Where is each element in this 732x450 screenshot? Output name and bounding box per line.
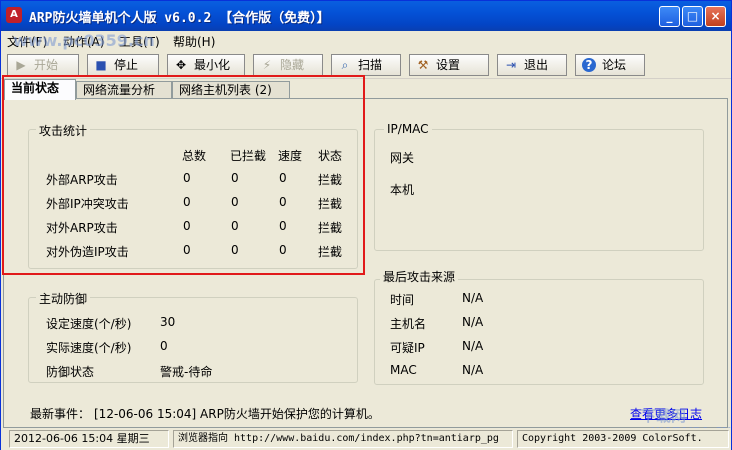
exit-icon: ⇥	[505, 58, 517, 72]
defense-state-label: 防御状态	[46, 365, 95, 379]
status-browser-home: 浏览器指向 http://www.baidu.com/index.php?tn=…	[173, 430, 513, 448]
attack-stats-title: 攻击统计	[36, 122, 91, 139]
gateway-label: 网关	[390, 151, 415, 165]
stop-button[interactable]: ■ 停止	[87, 54, 159, 76]
magnifier-icon: ⌕	[341, 58, 349, 72]
close-window-button[interactable]: ×	[705, 6, 726, 27]
last-attack-title: 最后攻击来源	[380, 268, 459, 285]
local-label: 本机	[390, 183, 415, 197]
window-title: ARP防火墙单机个人版 v6.0.2 【合作版（免费）】	[29, 11, 330, 26]
title-bar[interactable]: A ARP防火墙单机个人版 v6.0.2 【合作版（免费）】 _ □ ×	[1, 1, 731, 31]
start-button[interactable]: ▶ 开始	[7, 54, 79, 76]
status-panel: 攻击统计 总数 已拦截 速度 状态 外部ARP攻击 0 0 0 拦截 外部IP冲…	[3, 98, 728, 428]
settings-button[interactable]: ⚒ 设置	[409, 54, 489, 76]
play-icon: ▶	[16, 58, 26, 72]
hostname-value: N/A	[462, 315, 484, 329]
last-attack-group	[374, 279, 704, 385]
latest-event-text: [12-06-06 15:04] ARP防火墙开始保护您的计算机。	[94, 407, 380, 421]
status-bar: 2012-06-06 15:04 星期三 浏览器指向 http://www.ba…	[1, 428, 731, 450]
minimize-icon: ✥	[175, 58, 187, 72]
set-speed-value: 30	[160, 315, 176, 329]
col-total: 总数	[182, 149, 207, 163]
status-datetime: 2012-06-06 15:04 星期三	[9, 430, 169, 448]
active-defense-title: 主动防御	[36, 290, 91, 307]
hide-icon: ⚡	[262, 58, 272, 72]
ipmac-title: IP/MAC	[384, 122, 432, 136]
exit-button[interactable]: ⇥ 退出	[497, 54, 567, 76]
minimize-window-button[interactable]: _	[659, 6, 680, 27]
col-speed: 速度	[278, 149, 303, 163]
suspect-ip-label: 可疑IP	[390, 341, 425, 355]
latest-event-label: 最新事件：	[30, 407, 91, 421]
hide-button[interactable]: ⚡ 隐藏	[253, 54, 323, 76]
firewall-app-icon[interactable]: A	[6, 7, 22, 23]
set-speed-label: 设定速度(个/秒)	[46, 317, 132, 331]
forum-button[interactable]: ? 论坛	[575, 54, 645, 76]
watermark-bottom: 下载网	[641, 407, 687, 425]
tab-traffic-analysis[interactable]: 网络流量分析	[76, 81, 172, 99]
mac-value: N/A	[462, 363, 484, 377]
toolbar: ▶ 开始 ■ 停止 ✥ 最小化 ⚡ 隐藏 ⌕ 扫描 ⚒ 设置 ⇥ 退出 ? 论坛	[1, 51, 731, 79]
suspect-ip-value: N/A	[462, 339, 484, 353]
tab-host-list[interactable]: 网络主机列表 (2)	[172, 81, 290, 99]
wrench-icon: ⚒	[417, 58, 429, 72]
attack-time-label: 时间	[390, 293, 415, 307]
actual-speed-value: 0	[160, 339, 168, 353]
status-copyright: Copyright 2003-2009 ColorSoft.	[517, 430, 729, 448]
col-blocked: 已拦截	[230, 149, 267, 163]
maximize-window-button[interactable]: □	[682, 6, 703, 27]
col-status: 状态	[318, 149, 343, 163]
main-window: A ARP防火墙单机个人版 v6.0.2 【合作版（免费）】 _ □ × 文件(…	[0, 0, 732, 450]
attack-time-value: N/A	[462, 291, 484, 305]
minimize-button[interactable]: ✥ 最小化	[167, 54, 245, 76]
help-icon: ?	[582, 58, 596, 72]
hostname-label: 主机名	[390, 317, 427, 331]
watermark-top: www.pc0359.cn	[13, 31, 155, 50]
scan-button[interactable]: ⌕ 扫描	[331, 54, 401, 76]
actual-speed-label: 实际速度(个/秒)	[46, 341, 132, 355]
defense-state-value: 警戒-待命	[160, 365, 213, 379]
stop-icon: ■	[95, 58, 107, 72]
mac-label: MAC	[390, 363, 417, 377]
menu-help[interactable]: 帮助(H)	[173, 33, 215, 50]
tab-current-status[interactable]: 当前状态	[4, 79, 76, 100]
ipmac-group	[374, 129, 704, 251]
tab-strip: 当前状态 网络流量分析 网络主机列表 (2)	[1, 79, 731, 100]
